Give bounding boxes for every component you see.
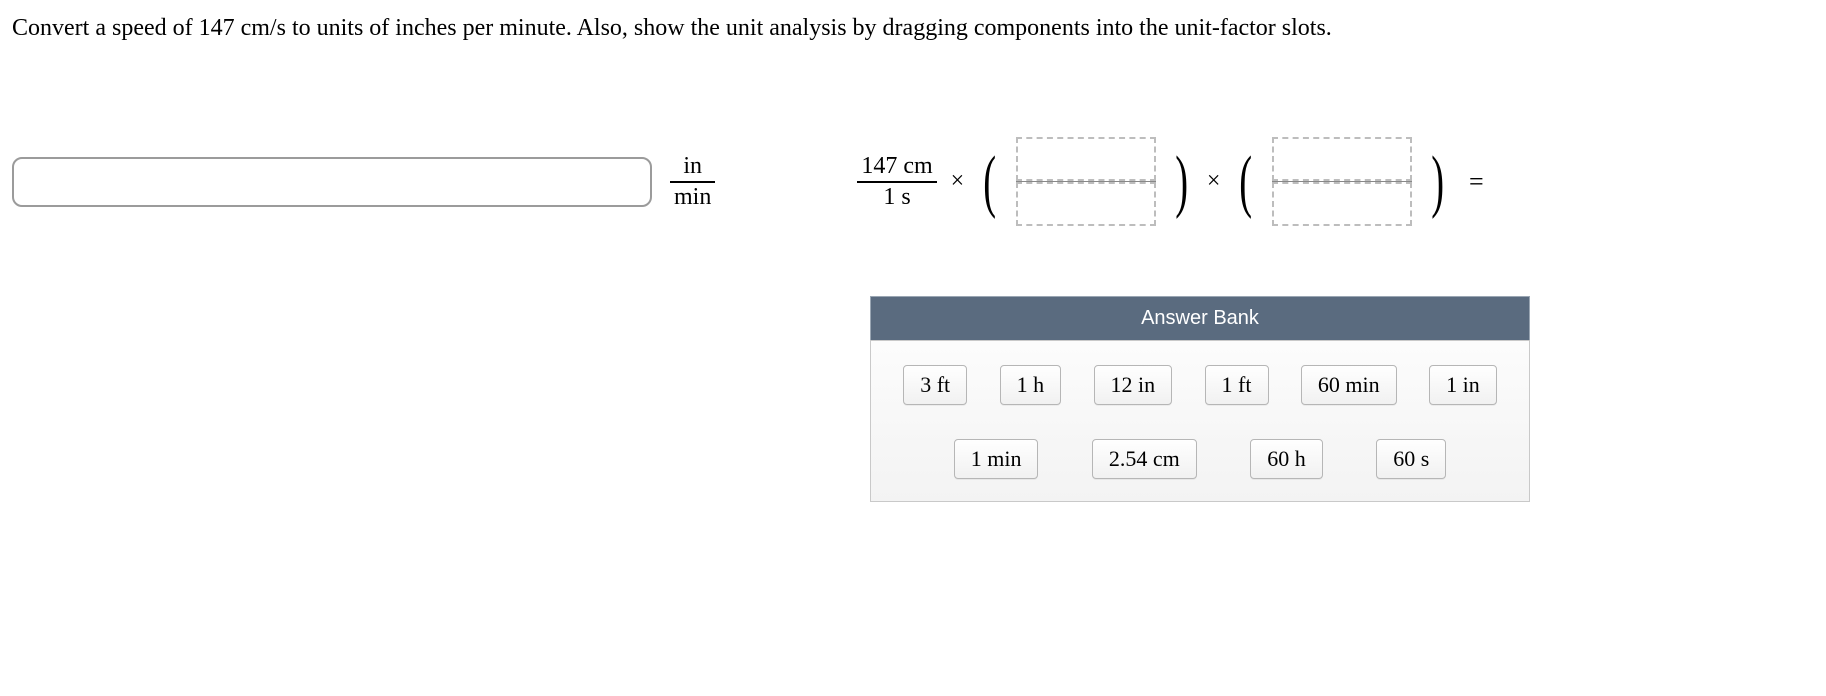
answer-bank-title: Answer Bank	[870, 296, 1530, 340]
unit-factor-slot-2	[1272, 137, 1412, 226]
bank-row-2: 1 min 2.54 cm 60 h 60 s	[887, 439, 1513, 479]
drop-slot-2-denominator[interactable]	[1272, 182, 1412, 226]
answer-bank-body: 3 ft 1 h 12 in 1 ft 60 min 1 in 1 min 2.…	[870, 340, 1530, 502]
bank-row-1: 3 ft 1 h 12 in 1 ft 60 min 1 in	[887, 365, 1513, 405]
given-fraction: 147 cm 1 s	[857, 152, 936, 212]
close-paren-icon: )	[1175, 150, 1188, 213]
chip-1ft[interactable]: 1 ft	[1205, 365, 1269, 405]
open-paren-icon: (	[983, 150, 996, 213]
chip-1h[interactable]: 1 h	[1000, 365, 1062, 405]
drop-slot-1-denominator[interactable]	[1016, 182, 1156, 226]
chip-60s[interactable]: 60 s	[1376, 439, 1446, 479]
numeric-answer-input[interactable]	[12, 157, 652, 207]
drop-slot-2-numerator[interactable]	[1272, 137, 1412, 181]
chip-60min[interactable]: 60 min	[1301, 365, 1397, 405]
unit-analysis-expression: 147 cm 1 s × ( ) × ( ) =	[853, 137, 1483, 226]
chip-1in[interactable]: 1 in	[1429, 365, 1497, 405]
question-text: Convert a speed of 147 cm/s to units of …	[12, 10, 1814, 47]
chip-3ft[interactable]: 3 ft	[903, 365, 967, 405]
times-icon: ×	[951, 168, 965, 195]
chip-60h[interactable]: 60 h	[1250, 439, 1323, 479]
chip-1min[interactable]: 1 min	[954, 439, 1039, 479]
chip-254cm[interactable]: 2.54 cm	[1092, 439, 1197, 479]
given-denominator: 1 s	[879, 183, 914, 212]
chip-12in[interactable]: 12 in	[1094, 365, 1173, 405]
answer-unit-fraction: in min	[670, 152, 715, 212]
times-icon: ×	[1207, 168, 1221, 195]
answer-unit-numerator: in	[679, 152, 706, 181]
given-numerator: 147 cm	[857, 152, 936, 181]
equation-row: in min 147 cm 1 s × ( ) × ( ) =	[12, 137, 1814, 226]
open-paren-icon: (	[1240, 150, 1253, 213]
drop-slot-1-numerator[interactable]	[1016, 137, 1156, 181]
answer-unit-denominator: min	[670, 183, 715, 212]
unit-factor-slot-1	[1016, 137, 1156, 226]
answer-bank: Answer Bank 3 ft 1 h 12 in 1 ft 60 min 1…	[870, 296, 1530, 502]
close-paren-icon: )	[1431, 150, 1444, 213]
equals-icon: =	[1469, 167, 1484, 197]
